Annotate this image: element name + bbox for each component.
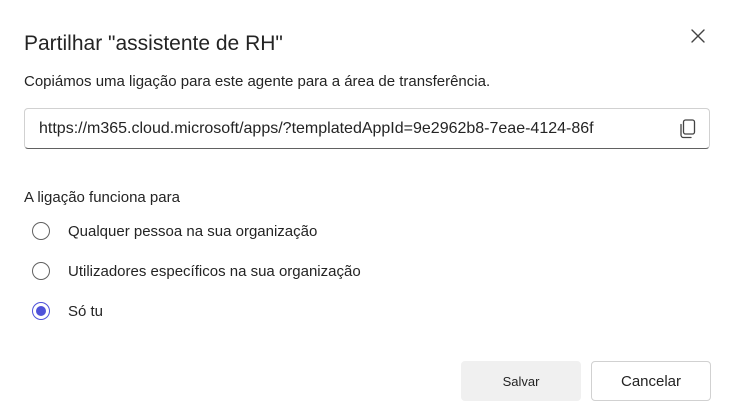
radio-label: Utilizadores específicos na sua organiza… (68, 262, 361, 280)
dialog-description: Copiámos uma ligação para este agente pa… (24, 73, 491, 90)
radio-specific-users[interactable]: Utilizadores específicos na sua organiza… (32, 259, 361, 283)
copy-button[interactable] (677, 118, 699, 140)
share-dialog: Partilhar "assistente de RH" Copiámos um… (0, 0, 733, 412)
dialog-title: Partilhar "assistente de RH" (24, 32, 283, 55)
link-input[interactable] (39, 109, 679, 148)
radio-label: Qualquer pessoa na sua organização (68, 222, 318, 240)
radio-label: Só tu (68, 302, 104, 320)
save-button[interactable]: Salvar (461, 361, 581, 401)
link-field (24, 108, 710, 149)
radio-circle[interactable] (32, 222, 50, 240)
copy-icon (680, 119, 696, 139)
radio-circle[interactable] (32, 262, 50, 280)
cancel-button[interactable]: Cancelar (591, 361, 711, 401)
radio-anyone-in-org[interactable]: Qualquer pessoa na sua organização (32, 219, 317, 243)
radio-circle-selected[interactable] (32, 302, 50, 320)
close-icon (691, 29, 705, 43)
close-button[interactable] (684, 22, 712, 50)
access-group-label: A ligação funciona para (24, 189, 180, 206)
radio-only-you[interactable]: Só tu (32, 299, 103, 323)
